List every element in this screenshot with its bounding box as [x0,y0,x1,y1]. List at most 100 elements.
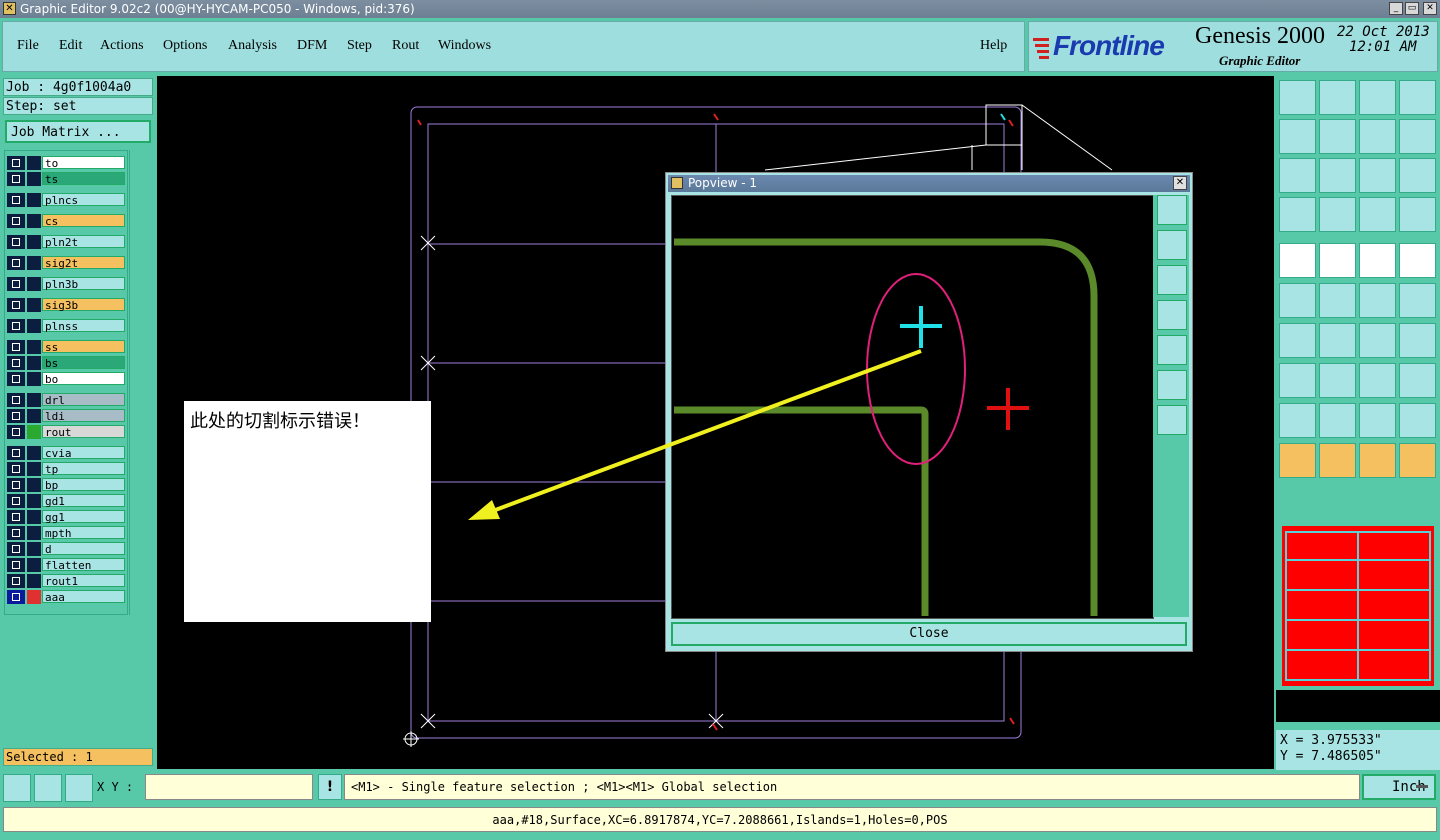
layer-name[interactable]: gd1 [42,494,125,508]
select-connected-icon[interactable] [1399,443,1436,478]
menu-options[interactable]: Options [163,38,207,54]
triangle-b-icon[interactable] [1319,403,1356,438]
layer-row-bp[interactable]: bp [7,478,127,492]
line-icon[interactable] [1319,323,1356,358]
layer-row-cvia[interactable]: cvia [7,446,127,460]
layer-name[interactable]: sig2t [42,256,125,270]
layer-color-swatch[interactable] [27,372,41,386]
layer-color-swatch[interactable] [27,462,41,476]
help-icon[interactable] [1399,158,1436,193]
layer-checkbox[interactable] [7,494,25,508]
layer-checkbox[interactable] [7,409,25,423]
layer-row-rout[interactable]: rout [7,425,127,439]
layer-checkbox[interactable] [7,590,25,604]
layer-color-swatch[interactable] [27,494,41,508]
layer-name[interactable]: cs [42,214,125,228]
menu-rout[interactable]: Rout [392,38,419,54]
connect-icon[interactable] [1279,283,1316,318]
layer-name[interactable]: bp [42,478,125,492]
triangle-c-icon[interactable] [1359,403,1396,438]
close-window-button[interactable]: ✕ [1423,2,1437,15]
pop-zoom-home-icon[interactable] [1157,405,1187,435]
import-icon[interactable] [1279,119,1316,154]
layer-checkbox[interactable] [7,277,25,291]
layer-name[interactable]: ts [42,172,125,186]
layer-color-swatch[interactable] [27,193,41,207]
layer-checkbox[interactable] [7,478,25,492]
layer-checkbox[interactable] [7,526,25,540]
pop-pan-right-icon[interactable] [1157,335,1187,365]
layer-name[interactable]: plnss [42,319,125,333]
tool-settings-icon[interactable] [1279,197,1316,232]
undo-icon[interactable] [1279,80,1316,115]
scale-1-2-icon[interactable] [1359,158,1396,193]
layer-color-swatch[interactable] [27,510,41,524]
layer-checkbox[interactable] [7,356,25,370]
layer-row-aaa[interactable]: aaa [7,590,127,604]
layer-checkbox[interactable] [7,319,25,333]
layer-checkbox[interactable] [7,235,25,249]
export-icon[interactable] [1319,119,1356,154]
layer-row-sig2t[interactable]: sig2t [7,256,127,270]
layer-color-swatch[interactable] [27,526,41,540]
layer-row-tp[interactable]: tp [7,462,127,476]
layer-checkbox[interactable] [7,193,25,207]
cut-line-icon[interactable] [1319,363,1356,398]
maximize-button[interactable]: ▭ [1405,2,1419,15]
layer-color-swatch[interactable] [27,446,41,460]
layer-color-swatch[interactable] [27,574,41,588]
menu-edit[interactable]: Edit [59,38,82,54]
group-icon[interactable] [1399,363,1436,398]
layer-row-ss[interactable]: ss [7,340,127,354]
layer-row-bs[interactable]: bs [7,356,127,370]
layer-color-swatch[interactable] [27,156,41,170]
layer-color-swatch[interactable] [27,277,41,291]
zoom-center-icon[interactable] [1319,158,1356,193]
layer-name[interactable]: plncs [42,193,125,207]
layer-checkbox[interactable] [7,425,25,439]
layer-checkbox[interactable] [7,446,25,460]
pop-pan-up-icon[interactable] [1157,230,1187,260]
layer-row-gd1[interactable]: gd1 [7,494,127,508]
angle-icon[interactable] [1279,323,1316,358]
layer-row-ldi[interactable]: ldi [7,409,127,423]
minimize-button[interactable]: _ [1389,2,1403,15]
menu-file[interactable]: File [17,38,39,54]
layer-checkbox[interactable] [7,462,25,476]
layer-color-swatch[interactable] [27,409,41,423]
layer-row-flatten[interactable]: flatten [7,558,127,572]
layer-name[interactable]: bo [42,372,125,386]
select-cursor-icon[interactable] [1359,443,1396,478]
thumbnail-panel[interactable] [1276,520,1440,690]
layer-name[interactable]: d [42,542,125,556]
snap-tool-1-icon[interactable] [3,774,31,802]
traffic-light-icon[interactable] [1359,197,1396,232]
split-view-icon[interactable] [1399,80,1436,115]
layer-checkbox[interactable] [7,214,25,228]
layer-name[interactable]: gg1 [42,510,125,524]
layer-row-cs[interactable]: cs [7,214,127,228]
menu-dfm[interactable]: DFM [297,38,327,54]
copy-feature-icon[interactable] [1279,363,1316,398]
flip-icon[interactable] [1399,119,1436,154]
layer-name[interactable]: pln3b [42,277,125,291]
layer-row-plnss[interactable]: plnss [7,319,127,333]
layer-checkbox[interactable] [7,256,25,270]
layer-row-pln2t[interactable]: pln2t [7,235,127,249]
layer-row-drl[interactable]: drl [7,393,127,407]
layer-row-plncs[interactable]: plncs [7,193,127,207]
layer-checkbox[interactable] [7,172,25,186]
circle-pad-icon[interactable] [1399,243,1436,278]
layer-name[interactable]: rout1 [42,574,125,588]
pop-pan-down-icon[interactable] [1157,265,1187,295]
layer-name[interactable]: drl [42,393,125,407]
layer-name[interactable]: ss [42,340,125,354]
add-pad-icon[interactable] [1279,243,1316,278]
layer-color-swatch[interactable] [27,256,41,270]
layer-color-swatch[interactable] [27,393,41,407]
layer-color-swatch[interactable] [27,425,41,439]
grid-icon[interactable] [1319,197,1356,232]
job-matrix-button[interactable]: Job Matrix ... [5,120,151,143]
layer-row-gg1[interactable]: gg1 [7,510,127,524]
rotate-icon[interactable] [1359,323,1396,358]
